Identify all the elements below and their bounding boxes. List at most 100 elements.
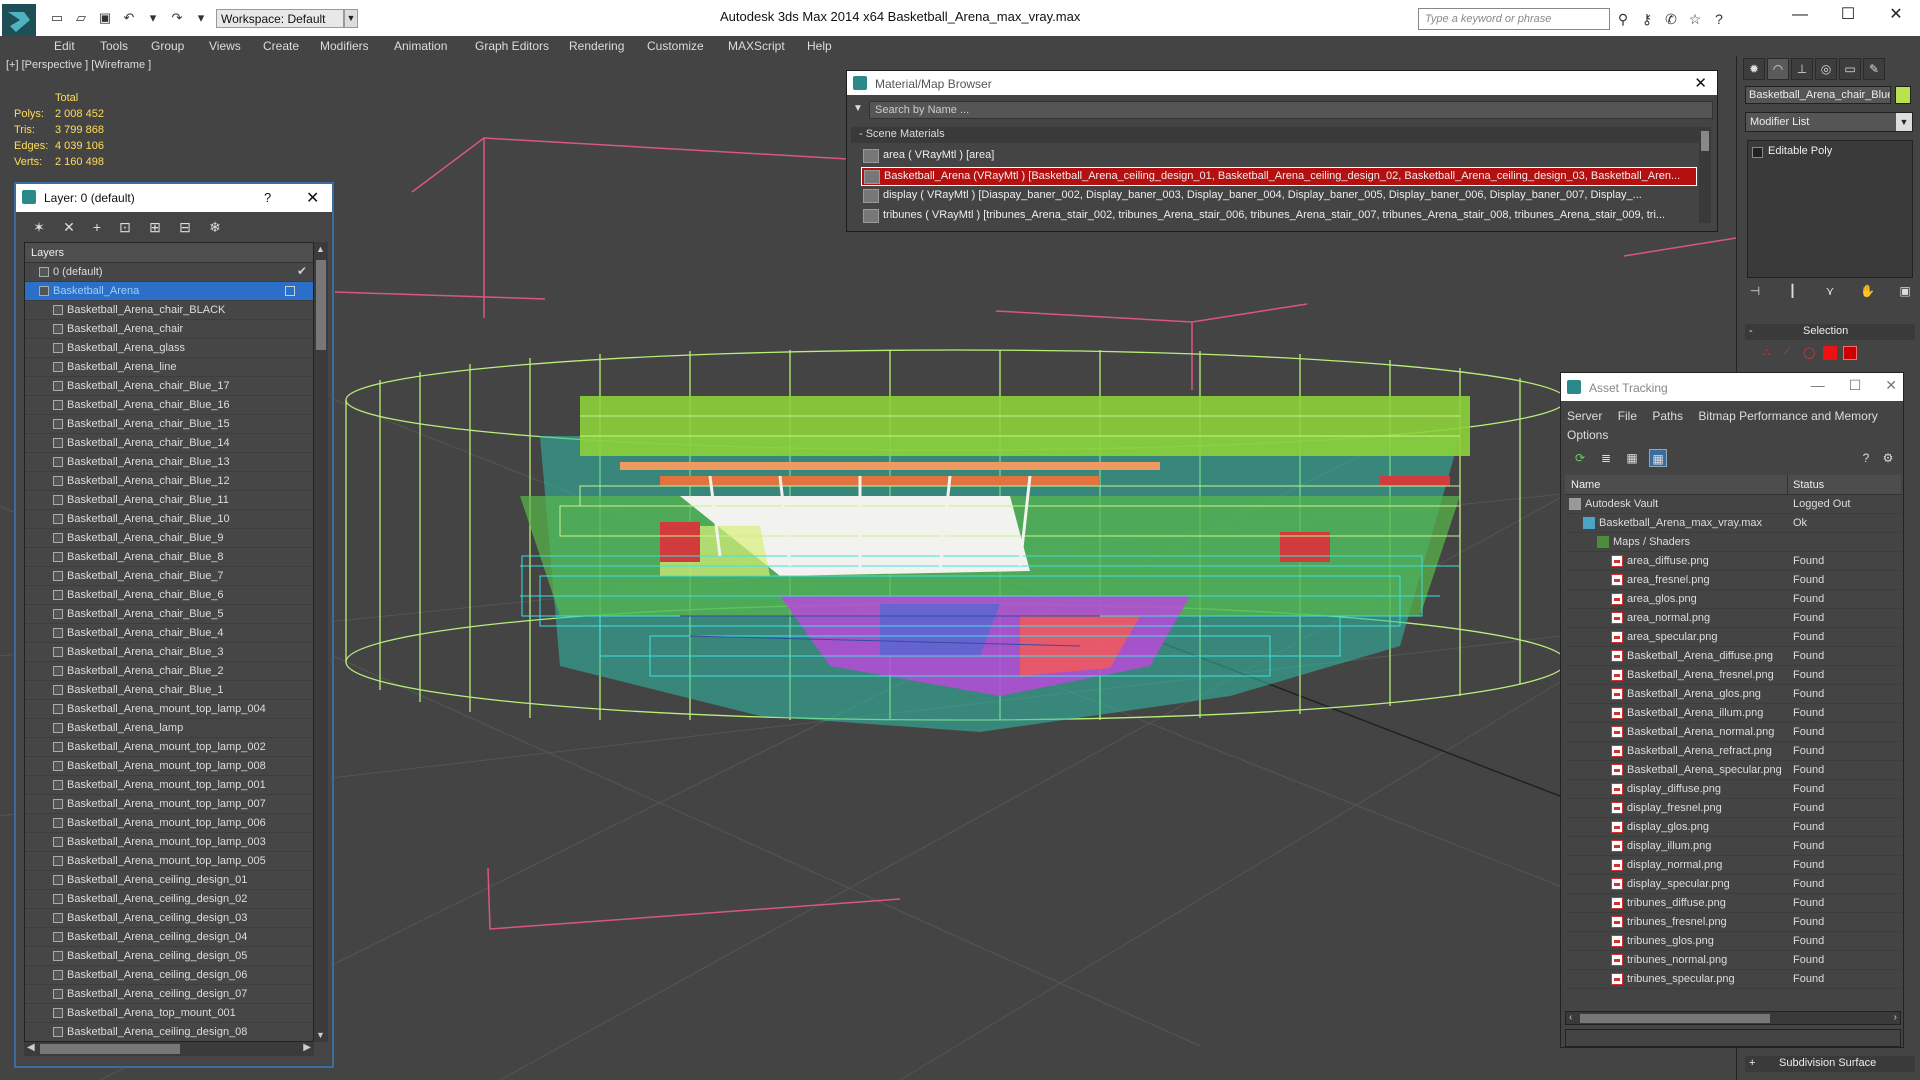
scroll-left-icon[interactable]: ◀ — [27, 1042, 35, 1053]
asset-row[interactable]: Basketball_Arena_max_vray.max Ok — [1565, 514, 1901, 533]
favorites-star-icon[interactable]: ☆ — [1686, 10, 1704, 28]
layer-object-row[interactable]: Basketball_Arena_mount_top_lamp_001 — [25, 776, 313, 795]
hide-layers-icon[interactable]: ⊟ — [176, 218, 194, 236]
open-file-icon[interactable]: ▱ — [72, 10, 90, 26]
add-to-layer-icon[interactable]: + — [88, 218, 106, 236]
column-name[interactable]: Name — [1571, 479, 1600, 491]
asset-path-field[interactable] — [1565, 1029, 1901, 1047]
scene-materials-group[interactable]: - Scene Materials — [851, 127, 1699, 143]
layer-object-row[interactable]: Basketball_Arena_mount_top_lamp_003 — [25, 833, 313, 852]
asset-row[interactable]: tribunes_specular.png Found — [1565, 970, 1901, 989]
highlight-layer-icon[interactable]: ⊞ — [146, 218, 164, 236]
layer-object-row[interactable]: Basketball_Arena_chair_Blue_3 — [25, 643, 313, 662]
create-tab-icon[interactable]: ✹ — [1743, 58, 1765, 80]
menu-paths[interactable]: Paths — [1652, 409, 1683, 423]
layer-object-row[interactable]: Basketball_Arena_mount_top_lamp_007 — [25, 795, 313, 814]
layer-object-row[interactable]: Basketball_Arena_chair_Blue_4 — [25, 624, 313, 643]
current-layer-box-icon[interactable] — [285, 286, 295, 296]
help-icon[interactable]: ? — [1710, 10, 1728, 28]
layer-object-row[interactable]: Basketball_Arena_top_mount_001 — [25, 1004, 313, 1023]
material-row[interactable]: display ( VRayMtl ) [Diaspay_baner_002, … — [861, 187, 1697, 206]
menu-group[interactable]: Group — [151, 39, 184, 53]
layer-object-row[interactable]: Basketball_Arena_ceiling_design_03 — [25, 909, 313, 928]
scroll-right-icon[interactable]: ▶ — [303, 1042, 311, 1053]
scroll-up-icon[interactable]: ▲ — [316, 244, 325, 254]
rollout-toggle-icon[interactable]: + — [1749, 1057, 1755, 1069]
layer-object-row[interactable]: Basketball_Arena_chair_Blue_17 — [25, 377, 313, 396]
layer-object-row[interactable]: Basketball_Arena_line — [25, 358, 313, 377]
asset-row[interactable]: Basketball_Arena_diffuse.png Found — [1565, 647, 1901, 666]
menu-graph-editors[interactable]: Graph Editors — [475, 39, 549, 53]
layers-column-header[interactable]: Layers — [25, 243, 313, 263]
pin-stack-icon[interactable]: ⊣ — [1745, 284, 1765, 302]
checkmark-icon[interactable]: ✔ — [297, 264, 307, 278]
column-divider[interactable] — [1787, 475, 1788, 495]
border-icon[interactable]: ◯ — [1803, 346, 1817, 360]
asset-row[interactable]: display_normal.png Found — [1565, 856, 1901, 875]
layer-object-row[interactable]: Basketball_Arena_chair_Blue_16 — [25, 396, 313, 415]
close-icon[interactable]: ✕ — [1872, 0, 1920, 32]
material-row[interactable]: tribunes ( VRayMtl ) [tribunes_Arena_sta… — [861, 207, 1697, 226]
layer-object-row[interactable]: Basketball_Arena_chair_Blue_5 — [25, 605, 313, 624]
layer-object-row[interactable]: Basketball_Arena_chair_Blue_11 — [25, 491, 313, 510]
asset-row[interactable]: tribunes_normal.png Found — [1565, 951, 1901, 970]
selection-rollout[interactable]: - Selection — [1745, 324, 1915, 340]
list-view-icon[interactable]: ≣ — [1597, 449, 1615, 467]
asset-row[interactable]: display_glos.png Found — [1565, 818, 1901, 837]
asset-row[interactable]: display_fresnel.png Found — [1565, 799, 1901, 818]
menu-file[interactable]: File — [1618, 409, 1637, 423]
layer-object-row[interactable]: Basketball_Arena_mount_top_lamp_005 — [25, 852, 313, 871]
asset-row[interactable]: display_specular.png Found — [1565, 875, 1901, 894]
layer-dialog-titlebar[interactable]: Layer: 0 (default) ? ✕ — [16, 184, 332, 212]
asset-row[interactable]: Autodesk Vault Logged Out — [1565, 495, 1901, 514]
subdivision-surface-rollout[interactable]: + Subdivision Surface — [1745, 1056, 1915, 1072]
layer-row-basketball-arena[interactable]: Basketball_Arena — [25, 282, 313, 301]
workspace-select[interactable]: Workspace: Default — [216, 9, 344, 28]
asset-row[interactable]: Basketball_Arena_illum.png Found — [1565, 704, 1901, 723]
undo-dropdown-icon[interactable]: ▾ — [144, 10, 162, 26]
menu-options[interactable]: Options — [1567, 428, 1608, 442]
menu-help[interactable]: Help — [807, 39, 832, 53]
asset-row[interactable]: Basketball_Arena_fresnel.png Found — [1565, 666, 1901, 685]
layer-object-row[interactable]: Basketball_Arena_mount_top_lamp_002 — [25, 738, 313, 757]
menu-server[interactable]: Server — [1567, 409, 1602, 423]
context-help-icon[interactable]: ⚙ — [1879, 449, 1897, 467]
chevron-down-icon[interactable]: ▼ — [1896, 113, 1912, 131]
modify-tab-icon[interactable]: ◠ — [1767, 58, 1789, 80]
minimize-icon[interactable]: — — [1811, 377, 1825, 394]
object-color-swatch[interactable] — [1895, 86, 1911, 104]
scroll-thumb[interactable] — [40, 1044, 180, 1054]
menu-edit[interactable]: Edit — [54, 39, 75, 53]
asset-row[interactable]: area_specular.png Found — [1565, 628, 1901, 647]
asset-tracking-titlebar[interactable]: Asset Tracking — ☐ ✕ — [1561, 373, 1903, 401]
layer-object-row[interactable]: Basketball_Arena_ceiling_design_06 — [25, 966, 313, 985]
asset-row[interactable]: tribunes_fresnel.png Found — [1565, 913, 1901, 932]
layer-object-row[interactable]: Basketball_Arena_chair_Blue_7 — [25, 567, 313, 586]
rollout-toggle-icon[interactable]: - — [1749, 325, 1753, 337]
layer-object-row[interactable]: Basketball_Arena_ceiling_design_02 — [25, 890, 313, 909]
menu-rendering[interactable]: Rendering — [569, 39, 624, 53]
menu-customize[interactable]: Customize — [647, 39, 704, 53]
asset-row[interactable]: Basketball_Arena_refract.png Found — [1565, 742, 1901, 761]
layer-object-row[interactable]: Basketball_Arena_chair_Blue_6 — [25, 586, 313, 605]
asset-row[interactable]: area_fresnel.png Found — [1565, 571, 1901, 590]
freeze-layers-icon[interactable]: ❄ — [206, 218, 224, 236]
menu-create[interactable]: Create — [263, 39, 299, 53]
help-icon[interactable]: ? — [264, 190, 271, 205]
close-icon[interactable]: ✕ — [1694, 74, 1707, 92]
utilities-tab-icon[interactable]: ✎ — [1863, 58, 1885, 80]
layer-object-row[interactable]: Basketball_Arena_chair_Blue_1 — [25, 681, 313, 700]
asset-row[interactable]: Basketball_Arena_normal.png Found — [1565, 723, 1901, 742]
select-in-layer-icon[interactable]: ⊡ — [116, 218, 134, 236]
layer-object-row[interactable]: Basketball_Arena_glass — [25, 339, 313, 358]
undo-icon[interactable]: ↶ — [120, 10, 138, 26]
refresh-icon[interactable]: ⟳ — [1571, 449, 1589, 467]
material-row-selected[interactable]: Basketball_Arena (VRayMtl ) [Basketball_… — [861, 167, 1697, 186]
asset-row[interactable]: tribunes_diffuse.png Found — [1565, 894, 1901, 913]
show-end-result-icon[interactable]: ┃ — [1783, 284, 1803, 302]
layer-object-row[interactable]: Basketball_Arena_chair_Blue_14 — [25, 434, 313, 453]
asset-row[interactable]: Basketball_Arena_specular.png Found — [1565, 761, 1901, 780]
modifier-list-dropdown[interactable]: Modifier List ▼ — [1745, 112, 1913, 132]
redo-dropdown-icon[interactable]: ▾ — [192, 10, 210, 26]
menu-maxscript[interactable]: MAXScript — [728, 39, 785, 53]
